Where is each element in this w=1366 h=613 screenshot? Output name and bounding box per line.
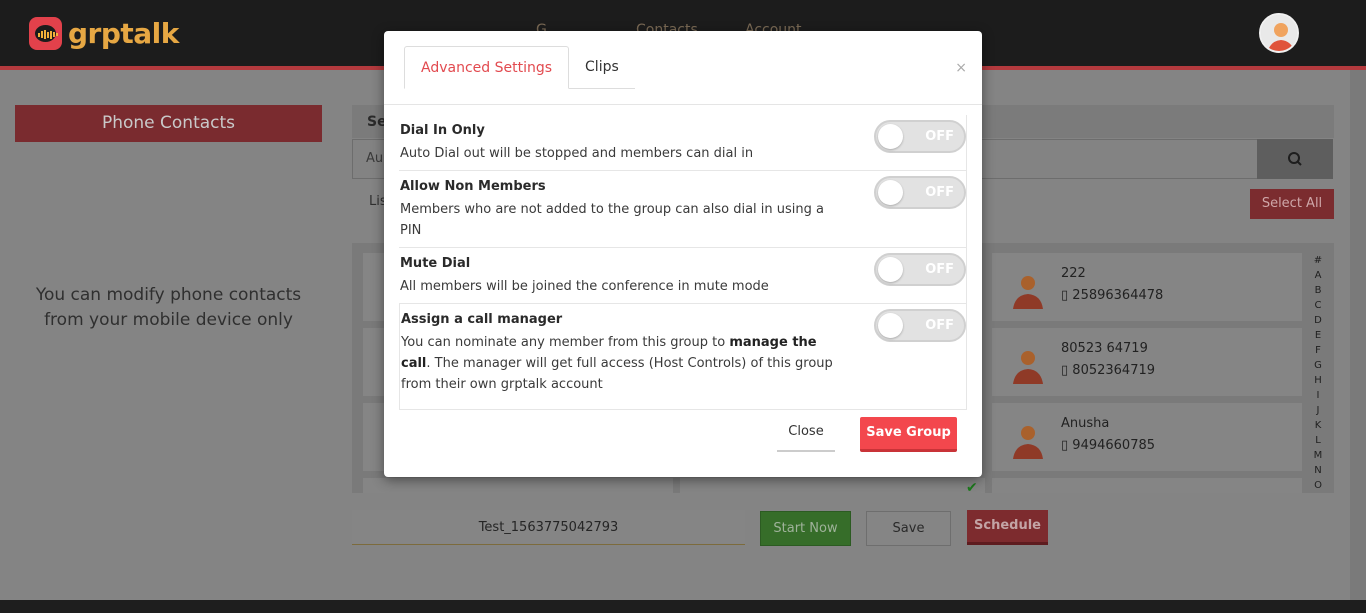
alphabet-letter[interactable]: # [1306, 253, 1330, 268]
setting-title: Allow Non Members [400, 179, 546, 194]
contact-card[interactable] [363, 478, 673, 493]
settings-list: Dial In Only Auto Dial out will be stopp… [399, 115, 967, 410]
tab-clips[interactable]: Clips [569, 46, 635, 89]
contact-name: Anusha [1061, 416, 1110, 431]
setting-description: All members will be joined the conferenc… [400, 279, 769, 294]
alphabet-letter[interactable]: A [1306, 268, 1330, 283]
page-scrollbar[interactable] [1350, 70, 1366, 600]
save-group-button[interactable]: Save Group [860, 417, 957, 452]
logo-mic-icon [29, 17, 62, 50]
setting-description: You can nominate any member from this gr… [401, 335, 833, 392]
assign-call-manager-toggle[interactable]: OFF [874, 309, 966, 342]
contact-number: ▯ 9494660785 [1061, 438, 1156, 453]
setting-title: Assign a call manager [401, 312, 563, 327]
logo[interactable]: grptalk [29, 17, 179, 50]
contact-number: ▯ 8052364719 [1061, 363, 1156, 378]
contact-avatar-icon [1013, 276, 1043, 309]
footer-bar [0, 600, 1366, 613]
modify-note-line2: from your mobile device only [44, 310, 293, 330]
schedule-button[interactable]: Schedule [967, 510, 1048, 545]
advanced-settings-modal: Advanced Settings Clips × Dial In Only A… [384, 31, 982, 477]
modify-contacts-note: You can modify phone contacts from your … [15, 283, 322, 333]
close-icon[interactable]: × [955, 60, 967, 76]
start-now-button[interactable]: Start Now [760, 511, 851, 546]
alphabet-letter[interactable]: J [1306, 403, 1330, 418]
alphabet-letter[interactable]: O [1306, 478, 1330, 493]
alphabet-letter[interactable]: K [1306, 418, 1330, 433]
setting-dial-in-only: Dial In Only Auto Dial out will be stopp… [399, 115, 967, 171]
search-icon [1288, 152, 1302, 166]
select-all-button[interactable]: Select All [1250, 189, 1334, 219]
contact-card[interactable] [992, 478, 1302, 493]
phone-contacts-button[interactable]: Phone Contacts [15, 105, 322, 142]
setting-assign-call-manager: Assign a call manager You can nominate a… [399, 304, 967, 410]
search-placeholder: Au [366, 151, 384, 166]
contact-card[interactable]: 80523 64719 ▯ 8052364719 [992, 328, 1302, 396]
tab-advanced-settings[interactable]: Advanced Settings [404, 46, 570, 89]
user-avatar-icon [1261, 15, 1297, 51]
alphabet-letter[interactable]: N [1306, 463, 1330, 478]
alphabet-letter[interactable]: F [1306, 343, 1330, 358]
contact-card[interactable] [680, 478, 985, 493]
contact-card[interactable]: Anusha ▯ 9494660785 [992, 403, 1302, 471]
contact-card[interactable]: 222 ▯ 25896364478 [992, 253, 1302, 321]
alphabet-letter[interactable]: B [1306, 283, 1330, 298]
tabs-divider [384, 104, 982, 105]
save-button[interactable]: Save [866, 511, 951, 546]
search-button[interactable] [1257, 139, 1333, 179]
contact-name: 222 [1061, 266, 1086, 281]
contact-avatar-icon [1013, 426, 1043, 459]
group-name-input[interactable]: Test_1563775042793 [352, 510, 745, 545]
alphabet-letter[interactable]: D [1306, 313, 1330, 328]
close-button[interactable]: Close [777, 419, 835, 452]
dial-in-only-toggle[interactable]: OFF [874, 120, 966, 153]
alphabet-letter[interactable]: H [1306, 373, 1330, 388]
logo-text: grptalk [68, 17, 179, 50]
alphabet-letter[interactable]: I [1306, 388, 1330, 403]
setting-description: Auto Dial out will be stopped and member… [400, 146, 754, 161]
setting-title: Dial In Only [400, 123, 485, 138]
allow-non-members-toggle[interactable]: OFF [874, 176, 966, 209]
alphabet-letter[interactable]: C [1306, 298, 1330, 313]
setting-mute-dial: Mute Dial All members will be joined the… [399, 248, 967, 304]
alphabet-letter[interactable]: L [1306, 433, 1330, 448]
modal-tabs: Advanced Settings Clips [404, 46, 635, 89]
alphabet-letter[interactable]: G [1306, 358, 1330, 373]
contact-number: ▯ 25896364478 [1061, 288, 1164, 303]
setting-description: Members who are not added to the group c… [400, 202, 824, 238]
alphabet-index[interactable]: # A B C D E F G H I J K L M N O [1306, 253, 1330, 493]
alphabet-letter[interactable]: E [1306, 328, 1330, 343]
setting-title: Mute Dial [400, 256, 471, 271]
alphabet-letter[interactable]: M [1306, 448, 1330, 463]
mute-dial-toggle[interactable]: OFF [874, 253, 966, 286]
check-icon: ✔ [966, 480, 978, 496]
contact-name: 80523 64719 [1061, 341, 1148, 356]
setting-allow-non-members: Allow Non Members Members who are not ad… [399, 171, 967, 248]
contact-avatar-icon [1013, 351, 1043, 384]
modify-note-line1: You can modify phone contacts [35, 285, 302, 305]
user-avatar[interactable] [1259, 13, 1299, 53]
